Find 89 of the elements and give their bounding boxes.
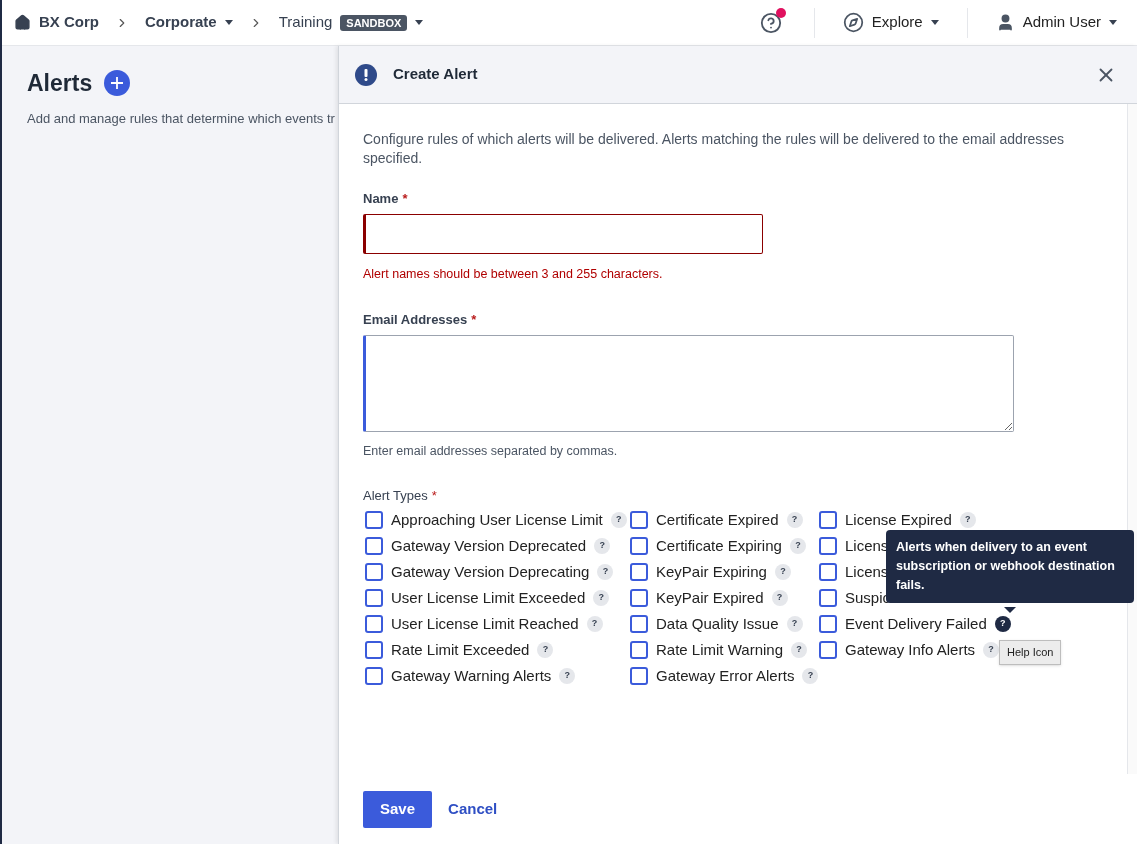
checkbox[interactable]: [630, 589, 648, 607]
checkbox-label: User License Limit Reached: [391, 613, 579, 634]
save-button[interactable]: Save: [363, 790, 433, 828]
checkbox-label: KeyPair Expiring: [656, 561, 767, 582]
caret-icon: [930, 20, 939, 25]
checkbox[interactable]: [365, 615, 383, 633]
breadcrumb-link[interactable]: Training: [278, 11, 333, 34]
checkbox[interactable]: [630, 641, 648, 659]
checkbox[interactable]: [819, 563, 837, 581]
help-icon[interactable]: ?: [771, 590, 788, 606]
checkbox[interactable]: [365, 589, 383, 607]
help-icon[interactable]: ?: [586, 616, 603, 632]
alert-icon: [355, 63, 377, 86]
checkbox-label: User License Limit Exceeded: [391, 587, 586, 608]
help-icon[interactable]: ?: [597, 564, 614, 580]
help-icon[interactable]: ?: [593, 590, 610, 606]
checkbox-label: License Expired: [845, 509, 952, 530]
required-mark: *: [431, 486, 437, 505]
caret-icon: [415, 20, 424, 25]
field-label: Alert Types: [363, 486, 428, 505]
cancel-link[interactable]: Cancel: [448, 797, 498, 821]
explore-menu[interactable]: Explore: [814, 11, 967, 34]
help-icon[interactable]: ?: [537, 642, 554, 658]
checkbox[interactable]: [365, 537, 383, 555]
compass-icon: [842, 12, 864, 33]
checkbox[interactable]: [365, 511, 383, 529]
checkbox[interactable]: [630, 667, 648, 685]
help-icon[interactable]: ?: [994, 616, 1011, 632]
checkbox-label: KeyPair Expired: [656, 587, 764, 608]
field-label: Email Addresses: [363, 311, 468, 330]
panel-intro: Configure rules of which alerts will be delivered. Alerts matching the rules will be delivered to the email addresses specified.: [363, 130, 1066, 168]
field-hint: Enter email addresses separated by commas.: [363, 442, 619, 460]
error-message: Alert names should be between 3 and 255 characters.: [363, 265, 664, 283]
checkbox[interactable]: [365, 563, 383, 581]
caret-icon: [224, 20, 233, 25]
checkbox[interactable]: [819, 615, 837, 633]
breadcrumb-link[interactable]: Corporate: [145, 11, 217, 34]
environment-badge: SANDBOX: [340, 14, 408, 31]
checkbox[interactable]: [630, 537, 648, 555]
help-icon[interactable]: [759, 11, 782, 34]
help-icon[interactable]: ?: [789, 538, 806, 554]
checkbox[interactable]: [365, 641, 383, 659]
help-icon[interactable]: ?: [594, 538, 611, 554]
checkbox[interactable]: [819, 537, 837, 555]
required-mark: *: [471, 311, 477, 330]
caret-icon: [1109, 20, 1117, 25]
checkbox[interactable]: [630, 615, 648, 633]
checkbox-label: Data Quality Issue: [656, 613, 779, 634]
breadcrumb-link[interactable]: BX Corp: [39, 11, 99, 34]
tooltip: Alerts when delivery to an event subscription or webhook destination fails.: [886, 530, 1134, 603]
checkbox-label: Event Delivery Failed: [845, 613, 987, 634]
help-icon[interactable]: ?: [786, 616, 803, 632]
help-icon[interactable]: ?: [774, 564, 791, 580]
checkbox-label: Gateway Version Deprecated: [391, 535, 587, 556]
panel-title: Create Alert: [393, 64, 478, 85]
help-icon[interactable]: ?: [959, 512, 976, 528]
required-mark: *: [402, 190, 408, 208]
checkbox[interactable]: [630, 511, 648, 529]
name-field[interactable]: [363, 213, 763, 254]
checkbox[interactable]: [365, 667, 383, 685]
checkbox-label: Gateway Info Alerts: [845, 639, 976, 660]
field-label: Name: [363, 190, 399, 208]
page-title: Alerts: [27, 69, 93, 98]
help-icon[interactable]: ?: [610, 512, 627, 528]
help-icon[interactable]: ?: [802, 668, 819, 684]
help-icon[interactable]: ?: [559, 668, 576, 684]
checkbox-label: Certificate Expiring: [656, 535, 782, 556]
checkbox-label: Gateway Version Deprecating: [391, 561, 590, 582]
checkbox[interactable]: [819, 641, 837, 659]
checkbox-label: Certificate Expired: [656, 509, 779, 530]
checkbox-label: Gateway Warning Alerts: [391, 665, 552, 686]
help-icon[interactable]: ?: [791, 642, 807, 658]
page-description: Add and manage rules that determine which events tr: [27, 109, 336, 128]
help-icon[interactable]: ?: [786, 512, 803, 528]
help-icon[interactable]: ?: [983, 642, 1000, 658]
checkbox-label: Gateway Error Alerts: [656, 665, 795, 686]
email-field[interactable]: [363, 334, 1014, 432]
user-menu[interactable]: Admin User: [967, 11, 1125, 34]
checkbox[interactable]: [630, 563, 648, 581]
home-icon[interactable]: [14, 14, 31, 31]
checkbox-label: Approaching User License Limit: [391, 509, 603, 530]
checkbox-label: Rate Limit Exceeded: [391, 639, 530, 660]
checkbox[interactable]: [819, 589, 837, 607]
plus-icon: [111, 77, 124, 90]
checkbox-label: Rate Limit Warning: [656, 639, 783, 660]
tooltip-pointer: [1004, 607, 1016, 613]
add-button[interactable]: [104, 70, 131, 97]
hover-label: Help Icon: [999, 640, 1062, 665]
checkbox[interactable]: [819, 511, 837, 529]
